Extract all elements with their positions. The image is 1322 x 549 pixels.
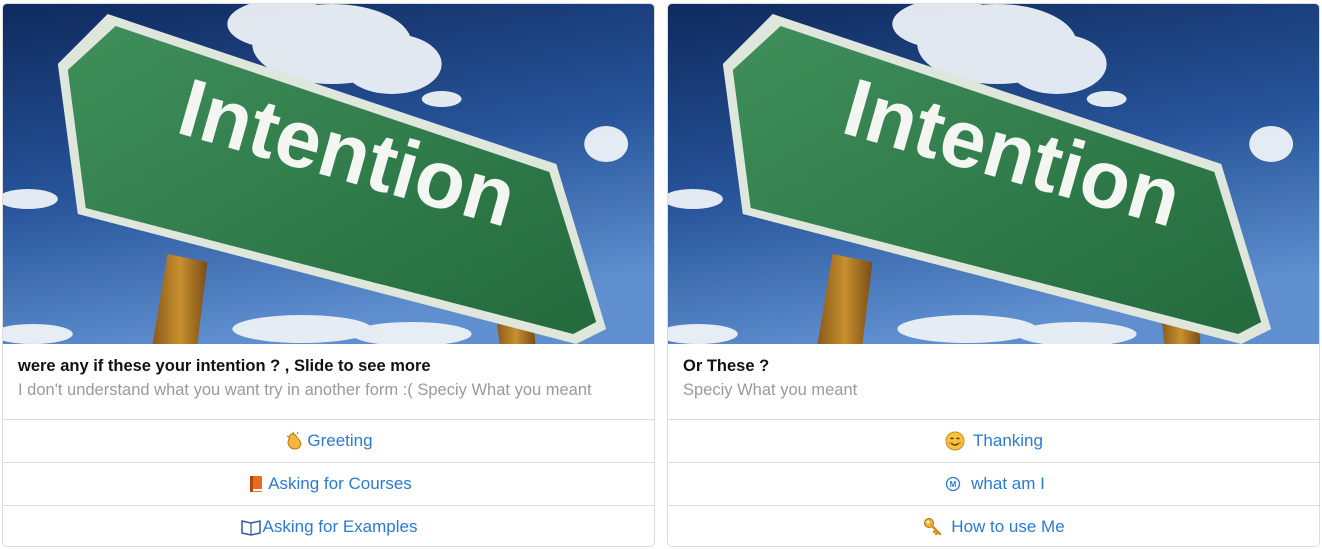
intent-card-1: Intention were any if these your intenti… [2, 3, 655, 547]
how-to-use-me-label: How to use Me [951, 517, 1065, 536]
asking-for-examples-label: Asking for Examples [262, 517, 418, 536]
card-title: Or These ? [683, 357, 770, 375]
circled-m-icon: M [942, 473, 964, 495]
intention-sign-image: Intention [668, 4, 1319, 344]
svg-text:M: M [950, 480, 957, 489]
how-to-use-me-button[interactable]: How to use Me [668, 505, 1319, 546]
card-title: were any if these your intention ? , Sli… [18, 357, 431, 375]
intention-sign-image: Intention [3, 4, 654, 344]
what-am-i-button[interactable]: M what am I [668, 462, 1319, 505]
key-icon [922, 516, 944, 538]
intent-card-2: Intention Or These ? Speciy What you mea… [667, 3, 1320, 547]
what-am-i-label: what am I [971, 474, 1045, 493]
greeting-button-label: Greeting [307, 431, 373, 450]
card-button-list: Greeting Asking for Courses Asking for E… [3, 419, 654, 546]
card-subtitle: I don't understand what you want try in … [18, 381, 592, 399]
card-body: Or These ? Speciy What you meant [668, 344, 1319, 420]
thanking-label: Thanking [973, 431, 1043, 450]
asking-for-examples-button[interactable]: Asking for Examples [3, 505, 654, 546]
thanking-button[interactable]: Thanking [668, 419, 1319, 462]
orange-book-icon [245, 473, 267, 495]
card-subtitle: Speciy What you meant [683, 381, 858, 399]
card-button-list: Thanking M what am I How to use Me [668, 419, 1319, 546]
greeting-button[interactable]: Greeting [3, 419, 654, 462]
asking-for-courses-button[interactable]: Asking for Courses [3, 462, 654, 505]
open-book-icon [240, 516, 262, 538]
clapping-hands-icon [284, 430, 306, 452]
smiling-face-icon [944, 430, 966, 452]
card-body: were any if these your intention ? , Sli… [3, 344, 654, 420]
asking-for-courses-label: Asking for Courses [268, 474, 412, 493]
